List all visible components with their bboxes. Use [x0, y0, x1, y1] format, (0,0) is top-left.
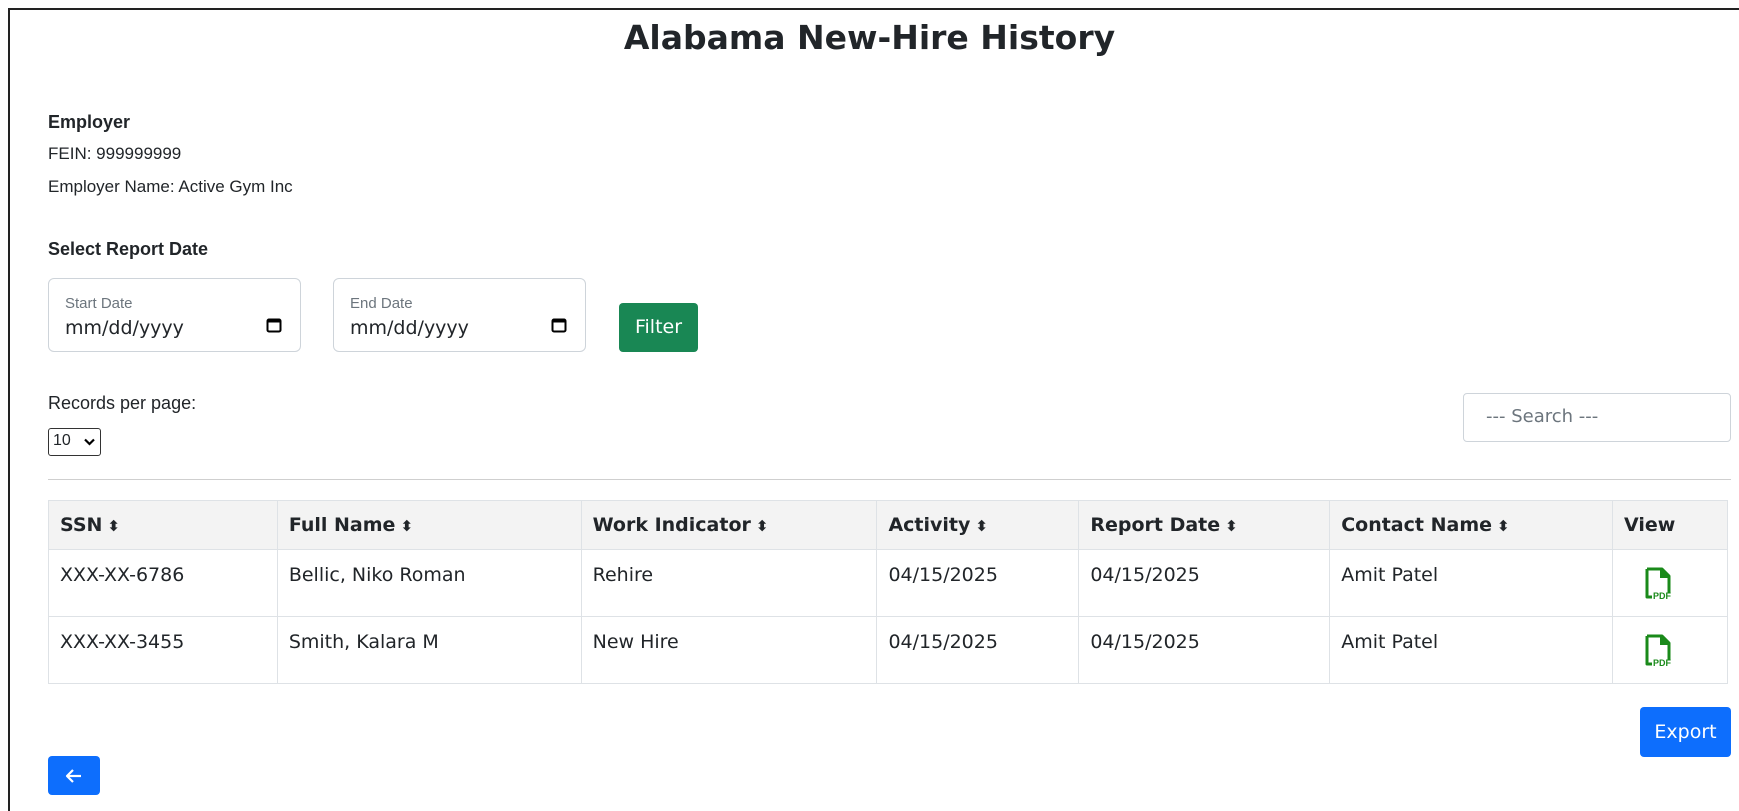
records-per-page-label: Records per page: [48, 393, 197, 413]
employer-fein: FEIN: 999999999 [48, 144, 182, 163]
cell-contact-name: Amit Patel [1329, 549, 1613, 617]
sort-icon[interactable]: ⬍ [1497, 517, 1510, 535]
table-header-row: SSN ⬍ Full Name ⬍ Work Indicator ⬍ Activity… [48, 500, 1728, 550]
col-activity-header[interactable]: Activity ⬍ [876, 500, 1080, 550]
export-button[interactable]: Export [1640, 707, 1731, 757]
start-date-field[interactable]: Start Date mm/dd/yyyy [48, 278, 301, 352]
cell-report-date: 04/15/2025 [1078, 616, 1331, 684]
employer-heading: Employer [48, 112, 131, 132]
table-row: XXX-XX-6786 Bellic, Niko Roman Rehire 04… [48, 549, 1728, 617]
cell-ssn: XXX-XX-6786 [48, 549, 278, 617]
start-date-value[interactable]: mm/dd/yyyy [65, 317, 184, 339]
col-view-header: View [1612, 500, 1728, 550]
col-report-date-label: Report Date [1090, 514, 1221, 536]
col-ssn-label: SSN [60, 514, 103, 536]
col-work-indicator-header[interactable]: Work Indicator ⬍ [580, 500, 878, 550]
col-activity-label: Activity [888, 514, 971, 536]
divider [48, 479, 1731, 480]
col-contact-name-label: Contact Name [1341, 514, 1492, 536]
cell-view: PDF [1612, 616, 1728, 684]
back-button[interactable] [48, 756, 100, 795]
report-date-heading: Select Report Date [48, 239, 209, 259]
page-title: Alabama New-Hire History [623, 18, 1116, 57]
end-date-value[interactable]: mm/dd/yyyy [350, 317, 469, 339]
start-date-label: Start Date [65, 295, 133, 312]
svg-text:PDF: PDF [1653, 591, 1672, 601]
cell-work-indicator: New Hire [580, 616, 878, 684]
pdf-icon[interactable]: PDF [1644, 633, 1674, 669]
table-row: XXX-XX-3455 Smith, Kalara M New Hire 04/… [48, 616, 1728, 684]
cell-contact-name: Amit Patel [1329, 616, 1613, 684]
new-hire-table: SSN ⬍ Full Name ⬍ Work Indicator ⬍ Activity… [48, 500, 1728, 684]
search-input[interactable]: --- Search --- [1463, 393, 1731, 442]
col-full-name-header[interactable]: Full Name ⬍ [276, 500, 582, 550]
cell-full-name: Bellic, Niko Roman [276, 549, 582, 617]
cell-activity: 04/15/2025 [876, 616, 1080, 684]
cell-ssn: XXX-XX-3455 [48, 616, 278, 684]
col-contact-name-header[interactable]: Contact Name ⬍ [1329, 500, 1613, 550]
records-per-page-select[interactable]: 10 [48, 428, 101, 456]
cell-full-name: Smith, Kalara M [276, 616, 582, 684]
sort-icon[interactable]: ⬍ [756, 517, 769, 535]
cell-report-date: 04/15/2025 [1078, 549, 1331, 617]
col-work-indicator-label: Work Indicator [592, 514, 751, 536]
sort-icon[interactable]: ⬍ [400, 517, 413, 535]
records-per-page-value: 10 [53, 432, 71, 449]
col-full-name-label: Full Name [288, 514, 396, 536]
col-report-date-header[interactable]: Report Date ⬍ [1078, 500, 1331, 550]
pdf-icon[interactable]: PDF [1644, 566, 1674, 602]
end-date-label: End Date [350, 295, 413, 312]
cell-work-indicator: Rehire [580, 549, 878, 617]
sort-icon[interactable]: ⬍ [1225, 517, 1238, 535]
col-view-label: View [1624, 514, 1676, 536]
arrow-left-icon [65, 769, 81, 783]
employer-name: Employer Name: Active Gym Inc [48, 177, 293, 196]
svg-text:PDF: PDF [1653, 658, 1672, 668]
cell-view: PDF [1612, 549, 1728, 617]
end-date-field[interactable]: End Date mm/dd/yyyy [333, 278, 586, 352]
chevron-down-icon [84, 438, 95, 446]
cell-activity: 04/15/2025 [876, 549, 1080, 617]
sort-icon[interactable]: ⬍ [107, 517, 120, 535]
sort-icon[interactable]: ⬍ [975, 517, 988, 535]
col-ssn-header[interactable]: SSN ⬍ [48, 500, 278, 550]
filter-button[interactable]: Filter [619, 303, 698, 352]
calendar-icon[interactable] [266, 317, 282, 333]
calendar-icon[interactable] [551, 317, 567, 333]
